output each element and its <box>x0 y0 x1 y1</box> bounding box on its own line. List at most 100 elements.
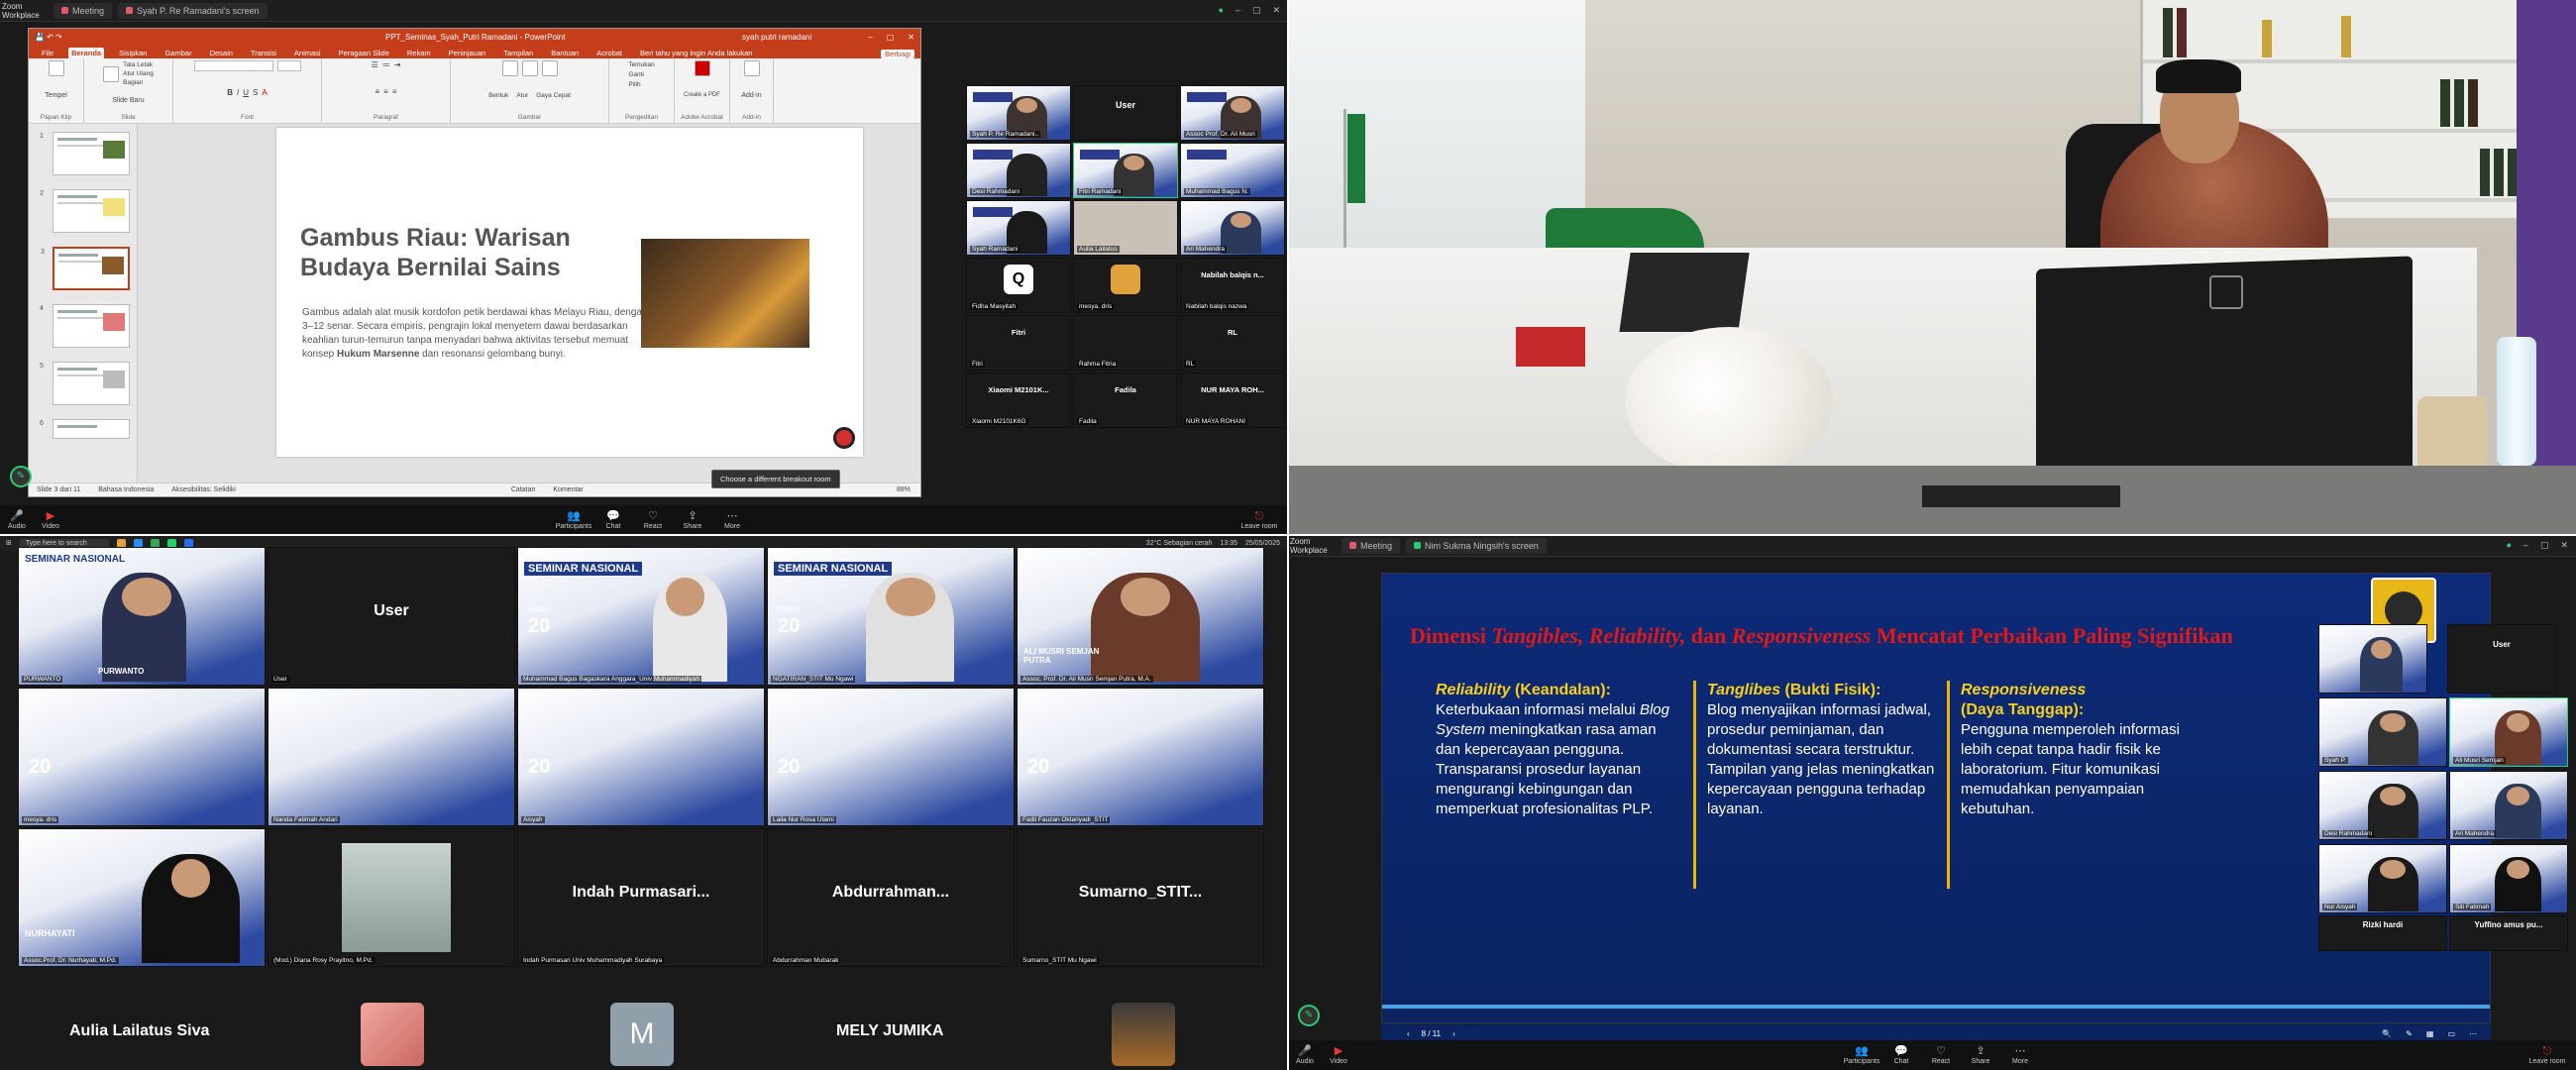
video-tile[interactable]: 20 Laila Nur Rosa Utami <box>767 688 1015 826</box>
video-tile[interactable]: ALI MUSRI SEMJAN PUTRA Assoc. Prof. Dr. … <box>1017 547 1264 686</box>
avatar[interactable] <box>1112 1003 1175 1066</box>
replace-button[interactable]: Ganti <box>628 70 654 80</box>
participant-name[interactable]: Aulia Lailatus Siva <box>69 1022 209 1040</box>
slide-thumb-6[interactable]: 6 <box>40 419 130 439</box>
video-button[interactable]: ▶ Video <box>1322 1045 1355 1065</box>
share-button[interactable]: ⇪ Share <box>676 510 709 530</box>
status-notes[interactable]: Catatan <box>511 486 536 493</box>
video-tile[interactable]: Rahma Fitria <box>1073 315 1178 371</box>
underline-icon[interactable]: U <box>243 88 249 97</box>
tab-animasi[interactable]: Animasi <box>291 48 324 58</box>
indent-icon[interactable]: ⇥ <box>394 60 401 69</box>
quick-styles-icon[interactable] <box>541 60 558 76</box>
tab-bantuan[interactable]: Bantuan <box>548 48 582 58</box>
slide-thumb-1[interactable]: 1 <box>40 132 130 175</box>
annotate-icon[interactable]: ✎ <box>1298 1005 1320 1026</box>
video-tile[interactable]: Ari Mahendra <box>1180 200 1285 256</box>
addin-icon[interactable] <box>743 60 760 76</box>
zoom-tab-screen[interactable]: Nim Sukma Ningsih's screen <box>1406 537 1547 554</box>
participants-button[interactable]: 👥 Participants <box>1844 1045 1880 1065</box>
tab-file[interactable]: File <box>39 48 56 58</box>
select-button[interactable]: Pilih <box>628 80 654 90</box>
quick-styles-button[interactable]: Gaya Cepat <box>536 92 571 99</box>
grid-icon[interactable]: ▦ <box>2426 1029 2434 1038</box>
paste-icon[interactable] <box>48 60 64 76</box>
numbering-icon[interactable]: ≔ <box>382 60 390 69</box>
new-slide-button[interactable]: Slide Baru <box>112 97 144 104</box>
weather-widget[interactable]: 32°C Sebagian cerah <box>1146 540 1213 547</box>
windows-start-icon[interactable]: ⊞ <box>6 539 12 547</box>
create-pdf-button[interactable]: Create a PDF <box>684 92 720 98</box>
tell-me-search[interactable]: Beri tahu yang ingin Anda lakukan <box>637 48 755 58</box>
video-tile[interactable]: Aulia Lailatus <box>1073 200 1178 256</box>
video-tile[interactable]: Ali Musri Semjan <box>2449 697 2568 767</box>
video-tile[interactable]: Nur Aisyah <box>2318 844 2447 913</box>
video-tile[interactable]: Desi Rahmadani <box>2318 771 2447 840</box>
react-button[interactable]: ♡ React <box>1924 1045 1958 1065</box>
align-center-icon[interactable]: ≡ <box>383 87 388 96</box>
video-tile[interactable]: 20 Fadli Fauzan Oktariyadi_STIT <box>1017 688 1264 826</box>
maximize-icon[interactable]: ▢ <box>1252 5 1261 16</box>
align-right-icon[interactable]: ≡ <box>392 87 397 96</box>
tab-peragaan-slide[interactable]: Peragaan Slide <box>336 48 392 58</box>
video-tile[interactable]: Abdurrahman... Abdurrahman Mubarak <box>767 828 1015 967</box>
paste-button[interactable]: Tempel <box>45 92 67 99</box>
video-tile[interactable]: Sumarno_STIT... Sumarno_STIT Mu Ngawi <box>1017 828 1264 967</box>
record-icon[interactable] <box>833 427 855 449</box>
video-tile[interactable]: Fitri Fitri <box>966 315 1071 371</box>
video-tile[interactable]: User User <box>268 547 515 686</box>
next-slide-icon[interactable]: › <box>1452 1029 1455 1038</box>
video-tile[interactable]: Q Fidha Masyitah <box>966 258 1071 313</box>
tab-gambar[interactable]: Gambar <box>161 48 194 58</box>
prev-slide-icon[interactable]: ‹ <box>1407 1029 1410 1038</box>
current-slide[interactable]: Gambus Riau: Warisan Budaya Bernilai Sai… <box>276 128 863 457</box>
tab-tampilan[interactable]: Tampilan <box>500 48 536 58</box>
slide-thumb-4[interactable]: 4 <box>40 304 130 348</box>
close-icon[interactable]: ✕ <box>2560 540 2568 551</box>
audio-button[interactable]: 🎤 Audio <box>1288 1045 1322 1065</box>
layout-button[interactable]: Tata Letak <box>123 60 154 69</box>
video-tile[interactable]: 20 Aisyah <box>517 688 765 826</box>
tab-acrobat[interactable]: Acrobat <box>593 48 625 58</box>
tab-desain[interactable]: Desain <box>207 48 236 58</box>
minimize-icon[interactable]: – <box>868 33 872 42</box>
subtitle-icon[interactable]: ▭ <box>2447 1029 2455 1038</box>
addin-button[interactable]: Add-in <box>741 92 761 99</box>
video-tile[interactable]: Syah Ramadani <box>966 200 1071 256</box>
video-tile[interactable]: Xiaomi M2101K... Xiaomi M2101K6G <box>966 373 1071 428</box>
italic-icon[interactable]: I <box>237 88 239 97</box>
font-color-icon[interactable]: A <box>262 88 267 97</box>
minimize-icon[interactable]: – <box>2523 540 2528 551</box>
react-button[interactable]: ♡ React <box>636 510 670 530</box>
chat-button[interactable]: 💬 Chat <box>596 510 630 530</box>
more-button[interactable]: ⋯ More <box>715 510 749 530</box>
close-icon[interactable]: ✕ <box>1272 5 1280 16</box>
font-size-select[interactable] <box>276 60 301 71</box>
video-tile[interactable]: Siti Fatimah <box>2449 844 2568 913</box>
video-tile[interactable]: mesya. dris <box>1073 258 1178 313</box>
video-tile[interactable]: Rizki hardi <box>2318 915 2447 951</box>
leave-room-button[interactable]: ⎋ Leave room <box>1238 510 1288 530</box>
shapes-button[interactable]: Bentuk <box>488 92 508 99</box>
reset-button[interactable]: Atur Ulang <box>123 69 154 78</box>
more-button[interactable]: ⋯ More <box>2003 1045 2037 1065</box>
maximize-icon[interactable]: ▢ <box>887 33 895 42</box>
status-accessibility[interactable]: Aksesibilitas: Selidiki <box>171 486 236 493</box>
close-icon[interactable]: ✕ <box>908 33 914 42</box>
arrange-icon[interactable] <box>521 60 538 76</box>
video-tile[interactable] <box>2318 624 2427 694</box>
maximize-icon[interactable]: ▢ <box>2540 540 2549 551</box>
video-tile[interactable]: User <box>1073 85 1178 141</box>
video-tile[interactable]: Nanda Fatimah Andari <box>268 688 515 826</box>
video-tile[interactable]: Assoc Prof. Dr. Ali Musri <box>1180 85 1285 141</box>
avatar[interactable]: M <box>610 1003 674 1066</box>
section-button[interactable]: Bagian <box>123 78 154 87</box>
video-tile[interactable]: SEMINAR NASIONAL PURWANTO PURWANTO <box>18 547 266 686</box>
status-zoom[interactable]: 88% <box>897 486 911 493</box>
video-tile[interactable]: Yuffino amus pu... <box>2449 915 2568 951</box>
slide-thumb-2[interactable]: 2 <box>40 189 130 233</box>
annotate-icon[interactable]: ✎ <box>10 466 32 487</box>
pen-icon[interactable]: ✎ <box>2406 1029 2413 1038</box>
avatar[interactable] <box>361 1003 424 1066</box>
video-tile[interactable]: Nabilah balqis n... Nabilah balqis nazwa <box>1180 258 1285 313</box>
